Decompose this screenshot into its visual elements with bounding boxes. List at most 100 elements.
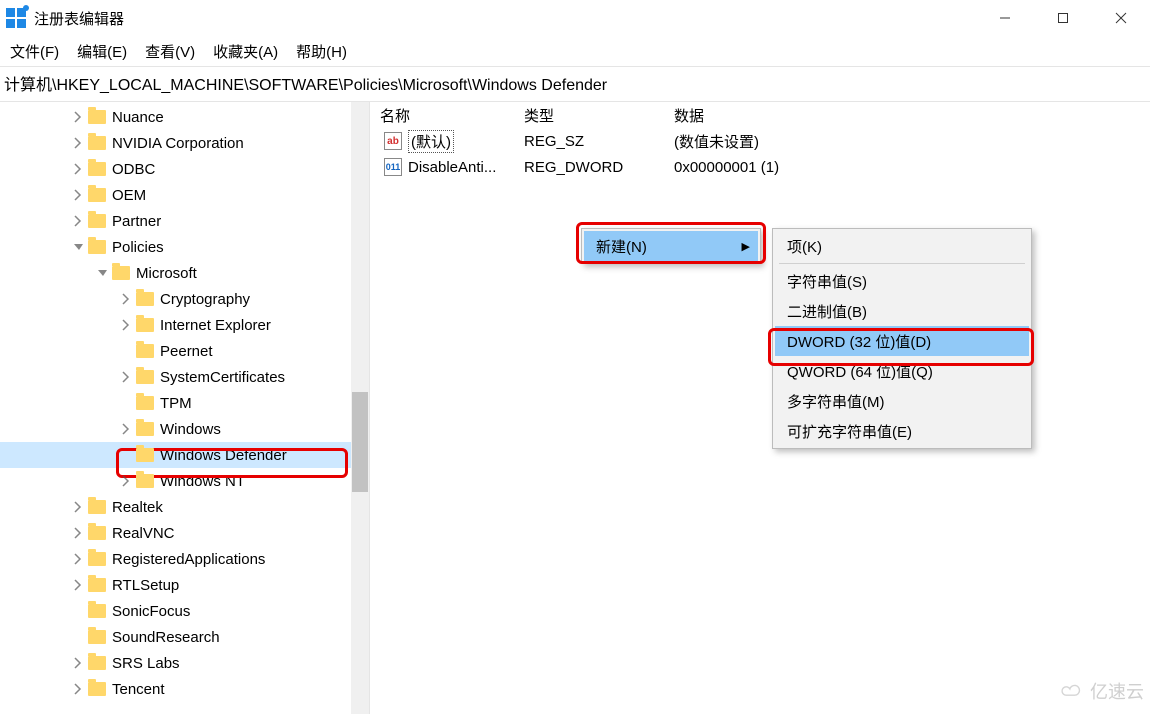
folder-icon (88, 604, 106, 618)
value-data: 0x00000001 (1) (674, 159, 1146, 176)
minimize-button[interactable] (976, 0, 1034, 36)
chevron-right-icon[interactable] (120, 371, 132, 383)
tree-scrollbar-thumb[interactable] (352, 392, 368, 492)
tree-item[interactable]: SRS Labs (0, 650, 369, 676)
menu-file[interactable]: 文件(F) (6, 39, 63, 64)
folder-icon (136, 422, 154, 436)
chevron-down-icon[interactable] (96, 267, 108, 279)
tree-item[interactable]: Internet Explorer (0, 312, 369, 338)
folder-icon (88, 552, 106, 566)
menu-favorites[interactable]: 收藏夹(A) (209, 39, 282, 64)
tree-item[interactable]: NVIDIA Corporation (0, 130, 369, 156)
tree-item[interactable]: OEM (0, 182, 369, 208)
chevron-right-icon[interactable] (120, 319, 132, 331)
string-value-icon: ab (384, 132, 402, 150)
chevron-none-icon (72, 631, 84, 643)
folder-icon (88, 682, 106, 696)
folder-icon (136, 474, 154, 488)
tree-item[interactable]: RegisteredApplications (0, 546, 369, 572)
tree-item-label: RTLSetup (112, 577, 179, 594)
tree-item-label: Windows (160, 421, 221, 438)
context-submenu-item[interactable]: DWORD (32 位)值(D) (775, 326, 1029, 356)
tree-item[interactable]: Policies (0, 234, 369, 260)
context-submenu-item-label: 项(K) (787, 236, 822, 257)
tree-pane: NuanceNVIDIA CorporationODBCOEMPartnerPo… (0, 102, 370, 714)
folder-icon (88, 214, 106, 228)
submenu-arrow-icon: ▶ (742, 240, 750, 253)
context-menu-separator (779, 263, 1025, 264)
context-submenu-item[interactable]: 字符串值(S) (775, 266, 1029, 296)
chevron-right-icon[interactable] (72, 657, 84, 669)
chevron-right-icon[interactable] (72, 501, 84, 513)
menu-view[interactable]: 查看(V) (141, 39, 199, 64)
context-submenu-item[interactable]: QWORD (64 位)值(Q) (775, 356, 1029, 386)
folder-icon (88, 188, 106, 202)
tree-item[interactable]: SonicFocus (0, 598, 369, 624)
context-menu: 新建(N) ▶ (581, 228, 761, 264)
chevron-right-icon[interactable] (120, 423, 132, 435)
context-submenu-item[interactable]: 可扩充字符串值(E) (775, 416, 1029, 446)
context-menu-new-label: 新建(N) (596, 236, 647, 257)
folder-icon (88, 578, 106, 592)
chevron-right-icon[interactable] (120, 293, 132, 305)
chevron-right-icon[interactable] (72, 579, 84, 591)
tree-item[interactable]: SystemCertificates (0, 364, 369, 390)
col-header-name[interactable]: 名称 (374, 105, 524, 126)
folder-icon (88, 630, 106, 644)
tree-item[interactable]: Microsoft (0, 260, 369, 286)
chevron-right-icon[interactable] (72, 189, 84, 201)
tree-item[interactable]: RealVNC (0, 520, 369, 546)
context-submenu-item[interactable]: 二进制值(B) (775, 296, 1029, 326)
list-header: 名称 类型 数据 (374, 102, 1146, 128)
tree-item[interactable]: SoundResearch (0, 624, 369, 650)
tree-item[interactable]: Cryptography (0, 286, 369, 312)
maximize-button[interactable] (1034, 0, 1092, 36)
folder-icon (88, 240, 106, 254)
tree-item[interactable]: Windows NT (0, 468, 369, 494)
tree-scrollbar[interactable] (351, 102, 369, 714)
tree-item-label: SRS Labs (112, 655, 180, 672)
list-row[interactable]: 011DisableAnti...REG_DWORD0x00000001 (1) (374, 154, 1146, 180)
chevron-right-icon[interactable] (120, 475, 132, 487)
close-button[interactable] (1092, 0, 1150, 36)
tree-item[interactable]: Realtek (0, 494, 369, 520)
address-bar[interactable]: 计算机\HKEY_LOCAL_MACHINE\SOFTWARE\Policies… (0, 67, 1150, 101)
value-type: REG_DWORD (524, 159, 674, 176)
context-submenu-item-label: 可扩充字符串值(E) (787, 421, 912, 442)
tree-item[interactable]: Nuance (0, 104, 369, 130)
menu-help[interactable]: 帮助(H) (292, 39, 351, 64)
tree-item[interactable]: Tencent (0, 676, 369, 702)
tree-item[interactable]: TPM (0, 390, 369, 416)
chevron-down-icon[interactable] (72, 241, 84, 253)
chevron-right-icon[interactable] (72, 215, 84, 227)
list-row[interactable]: ab(默认)REG_SZ(数值未设置) (374, 128, 1146, 154)
folder-icon (88, 162, 106, 176)
tree-item[interactable]: Peernet (0, 338, 369, 364)
folder-icon (112, 266, 130, 280)
context-submenu-item[interactable]: 项(K) (775, 231, 1029, 261)
col-header-type[interactable]: 类型 (524, 105, 674, 126)
chevron-right-icon[interactable] (72, 553, 84, 565)
chevron-right-icon[interactable] (72, 527, 84, 539)
context-menu-new[interactable]: 新建(N) ▶ (584, 231, 758, 261)
tree-item[interactable]: Windows (0, 416, 369, 442)
chevron-right-icon[interactable] (72, 683, 84, 695)
tree-item[interactable]: RTLSetup (0, 572, 369, 598)
chevron-right-icon[interactable] (72, 111, 84, 123)
folder-icon (88, 500, 106, 514)
chevron-right-icon[interactable] (72, 137, 84, 149)
window-controls (976, 0, 1150, 36)
context-submenu-item[interactable]: 多字符串值(M) (775, 386, 1029, 416)
folder-icon (136, 344, 154, 358)
tree-item[interactable]: ODBC (0, 156, 369, 182)
folder-icon (88, 526, 106, 540)
tree-item[interactable]: Partner (0, 208, 369, 234)
col-header-data[interactable]: 数据 (674, 105, 1146, 126)
chevron-right-icon[interactable] (72, 163, 84, 175)
value-name: (默认) (408, 130, 454, 153)
tree-item-label: Windows NT (160, 473, 245, 490)
menu-edit[interactable]: 编辑(E) (73, 39, 131, 64)
folder-icon (136, 396, 154, 410)
tree-item[interactable]: Windows Defender (0, 442, 369, 468)
workspace: NuanceNVIDIA CorporationODBCOEMPartnerPo… (0, 102, 1150, 714)
